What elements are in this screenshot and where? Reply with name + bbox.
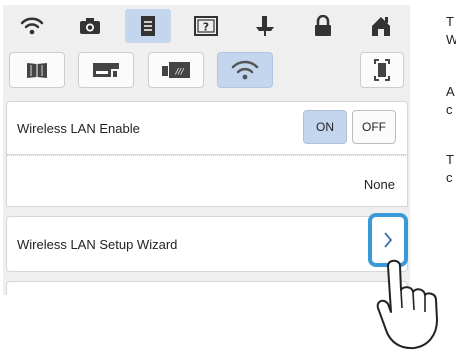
sub-tab-bar: /// bbox=[3, 49, 410, 95]
settings-screen: ? /// Wireless LAN Enable ON OFF None Wi… bbox=[3, 5, 410, 295]
embroidery-unit-icon: /// bbox=[162, 62, 190, 78]
side-text-2: W bbox=[446, 32, 456, 47]
setup-wizard-label: Wireless LAN Setup Wizard bbox=[17, 237, 178, 252]
tab-presser-foot[interactable] bbox=[242, 9, 288, 43]
next-settings-row[interactable] bbox=[6, 281, 408, 295]
svg-text:///: /// bbox=[174, 67, 184, 76]
side-text-6: c bbox=[446, 170, 453, 185]
wifi-icon bbox=[20, 17, 44, 35]
wireless-lan-enable-row: Wireless LAN Enable ON OFF bbox=[6, 101, 408, 155]
wireless-on-button[interactable]: ON bbox=[303, 110, 347, 144]
network-name-value: None bbox=[363, 177, 395, 192]
book-icon bbox=[27, 63, 47, 78]
subtab-embroidery[interactable]: /// bbox=[148, 52, 204, 88]
wifi-icon bbox=[231, 60, 259, 80]
network-name-row: None bbox=[6, 155, 408, 207]
svg-text:?: ? bbox=[203, 21, 209, 34]
presser-foot-icon bbox=[255, 16, 274, 36]
side-text-5: T bbox=[446, 152, 454, 167]
side-text-1: T bbox=[446, 14, 454, 29]
camera-icon bbox=[80, 18, 101, 34]
hand-pointer-icon bbox=[376, 259, 438, 350]
sewing-machine-icon bbox=[93, 63, 119, 77]
lock-icon bbox=[314, 15, 331, 36]
tab-home[interactable] bbox=[358, 9, 404, 43]
tab-help[interactable]: ? bbox=[183, 9, 229, 43]
help-icon: ? bbox=[194, 16, 219, 36]
fullscreen-button[interactable] bbox=[360, 52, 404, 88]
wireless-lan-setup-wizard-row[interactable]: Wireless LAN Setup Wizard bbox=[6, 216, 408, 272]
document-icon bbox=[141, 16, 156, 36]
tab-camera[interactable] bbox=[67, 9, 113, 43]
tab-settings[interactable] bbox=[125, 9, 172, 43]
expand-icon bbox=[374, 59, 390, 81]
subtab-manual[interactable] bbox=[9, 52, 65, 88]
wireless-off-button[interactable]: OFF bbox=[352, 110, 396, 144]
subtab-machine[interactable] bbox=[78, 52, 134, 88]
top-tab-bar: ? bbox=[3, 5, 410, 47]
subtab-wireless[interactable] bbox=[217, 52, 273, 88]
side-text-4: c bbox=[446, 102, 453, 117]
tab-lock[interactable] bbox=[300, 9, 346, 43]
wireless-lan-enable-label: Wireless LAN Enable bbox=[17, 121, 140, 136]
home-icon bbox=[371, 17, 390, 36]
side-text-3: A bbox=[446, 84, 455, 99]
tab-wireless[interactable] bbox=[9, 9, 55, 43]
